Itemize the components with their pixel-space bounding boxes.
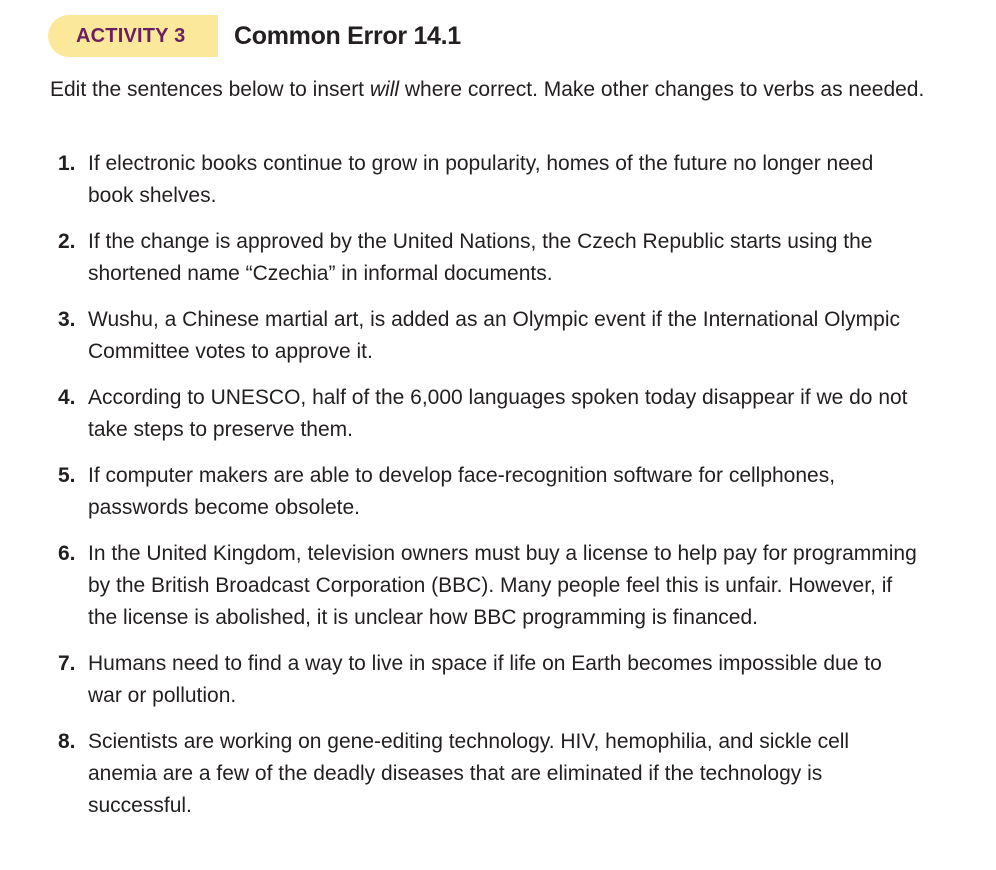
item-number: 4.: [58, 386, 76, 409]
item-number: 8.: [58, 730, 76, 753]
item-text: Scientists are working on gene-editing t…: [88, 730, 850, 817]
activity-title: Common Error 14.1: [234, 21, 461, 50]
item-number: 2.: [58, 230, 76, 253]
item-text: If electronic books continue to grow in …: [88, 152, 874, 207]
item-text: Humans need to find a way to live in spa…: [88, 652, 882, 707]
instructions-before: Edit the sentences below to insert: [50, 78, 370, 101]
item-number: 5.: [58, 464, 76, 487]
exercise-item: 5. If computer makers are able to develop…: [58, 460, 918, 524]
item-text: In the United Kingdom, television owners…: [88, 542, 917, 629]
item-text: Wushu, a Chinese martial art, is added a…: [88, 308, 900, 363]
activity-badge: ACTIVITY 3: [48, 15, 218, 57]
instructions-after: where correct. Make other changes to ver…: [399, 78, 925, 101]
item-number: 1.: [58, 152, 76, 175]
exercise-item: 2. If the change is approved by the Unite…: [58, 226, 918, 290]
exercise-item: 1. If electronic books continue to grow i…: [58, 148, 918, 212]
exercise-item: 6. In the United Kingdom, television owne…: [58, 538, 918, 634]
item-number: 3.: [58, 308, 76, 331]
item-text: According to UNESCO, half of the 6,000 l…: [88, 386, 908, 441]
item-text: If the change is approved by the United …: [88, 230, 873, 285]
activity-header: ACTIVITY 3 Common Error 14.1: [48, 15, 461, 57]
exercise-item: 3. Wushu, a Chinese martial art, is added…: [58, 304, 918, 368]
item-number: 7.: [58, 652, 76, 675]
exercise-list: 1. If electronic books continue to grow i…: [58, 148, 918, 836]
instructions-emphasis: will: [369, 78, 400, 101]
item-number: 6.: [58, 542, 76, 565]
exercise-item: 4. According to UNESCO, half of the 6,000…: [58, 382, 918, 446]
exercise-item: 7. Humans need to find a way to live in s…: [58, 648, 918, 712]
exercise-item: 8. Scientists are working on gene-editing…: [58, 726, 918, 822]
item-text: If computer makers are able to develop f…: [88, 464, 836, 519]
instructions: Edit the sentences below to insert will …: [50, 76, 930, 103]
